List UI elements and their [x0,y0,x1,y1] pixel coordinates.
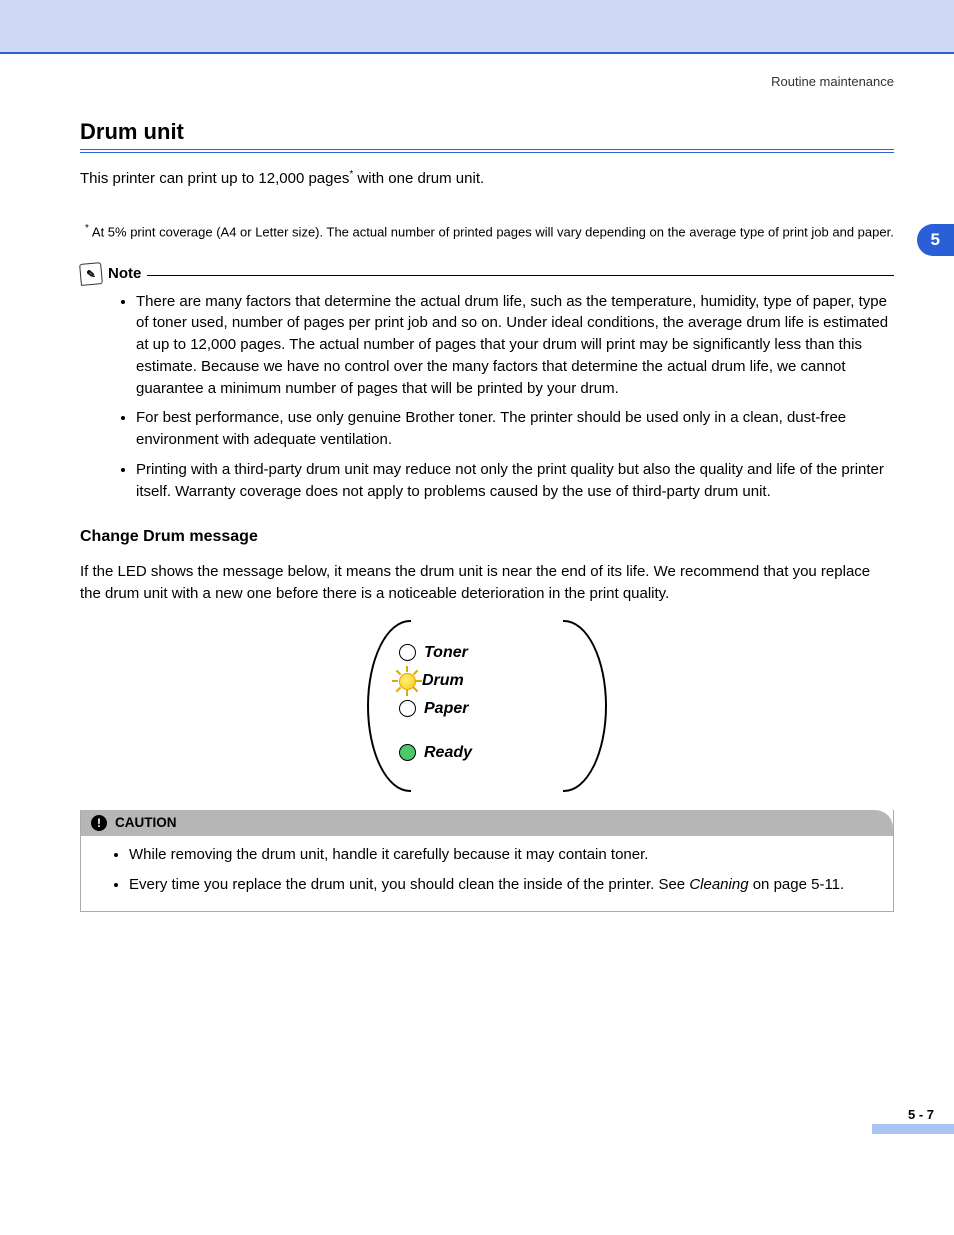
led-row-drum: Drum [399,672,589,690]
caution-label: CAUTION [115,815,177,830]
note-item: For best performance, use only genuine B… [136,407,894,451]
caution-list: While removing the drum unit, handle it … [81,844,893,896]
section-title: Drum unit [80,119,894,145]
note-rule [147,275,894,276]
led-toner-off-icon [399,644,416,661]
intro-paragraph: This printer can print up to 12,000 page… [80,168,894,190]
note-icon: ✎ [79,262,103,286]
led-label-paper: Paper [424,700,468,718]
footnote-asterisk: * [85,223,92,234]
led-row-ready: Ready [399,744,589,762]
intro-text-after: with one drum unit. [353,170,484,187]
caution-item: Every time you replace the drum unit, yo… [129,874,893,896]
pdf-top-bar [0,0,954,52]
page-content: Routine maintenance 5 Drum unit This pri… [80,74,894,1074]
led-panel-diagram: Toner Drum Paper Ready [373,620,601,792]
caution-item-text: Every time you replace the drum unit, yo… [129,876,689,893]
caution-block: ! CAUTION While removing the drum unit, … [80,810,894,913]
led-paper-off-icon [399,700,416,717]
note-item: Printing with a third-party drum unit ma… [136,459,894,503]
title-underline [80,149,894,153]
note-label: Note [108,265,141,282]
intro-text-before: This printer can print up to 12,000 page… [80,170,349,187]
note-block: ✎ Note There are many factors that deter… [80,263,894,503]
caution-item: While removing the drum unit, handle it … [129,844,893,866]
note-header: ✎ Note [80,263,894,285]
header-rule [0,52,954,54]
led-row-toner: Toner [399,644,589,662]
led-ready-on-icon [399,744,416,761]
page-number-accent [872,1124,954,1134]
footnote-text: At 5% print coverage (A4 or Letter size)… [92,224,894,239]
note-list: There are many factors that determine th… [80,291,894,503]
caution-icon: ! [91,815,107,831]
subsection-text: If the LED shows the message below, it m… [80,561,894,605]
subsection-title: Change Drum message [80,528,894,546]
note-item: There are many factors that determine th… [136,291,894,400]
led-label-ready: Ready [424,744,472,762]
footnote: *At 5% print coverage (A4 or Letter size… [80,222,894,241]
chapter-tab: 5 [917,224,954,256]
led-label-toner: Toner [424,644,468,662]
led-drum-blinking-icon [399,673,414,688]
running-header: Routine maintenance [80,74,894,89]
page-number: 5 - 7 [908,1107,934,1122]
caution-header: ! CAUTION [81,810,893,836]
led-row-paper: Paper [399,700,589,718]
caution-item-suffix: on page 5-11. [749,876,845,893]
led-label-drum: Drum [422,672,464,690]
cleaning-link[interactable]: Cleaning [689,876,748,893]
